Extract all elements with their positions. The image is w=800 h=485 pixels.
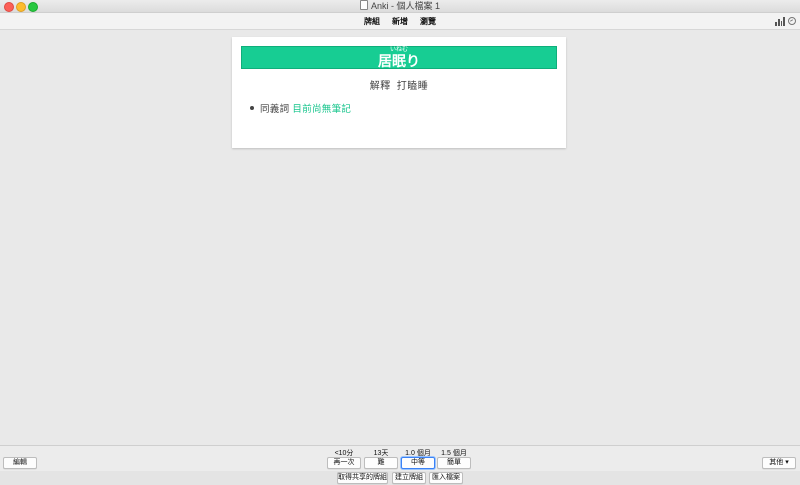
review-card: いねむ 居眠り 解釋 打瞌睡 同義詞 目前尚無筆記 — [232, 37, 566, 148]
review-bottom-bar: 編輯 <10分 再一次 13天 難 1.0 個月 中等 1.5 個月 簡單 其他… — [0, 445, 800, 472]
add-link[interactable]: 新增 — [392, 16, 408, 27]
top-toolbar: 牌組 新增 瀏覽 — [0, 13, 800, 30]
more-button[interactable]: 其他 ▾ — [762, 457, 796, 469]
bullet-icon — [250, 106, 254, 110]
synonym-link[interactable]: 目前尚無筆記 — [292, 104, 351, 115]
synonym-label: 同義詞 — [260, 104, 290, 115]
window-titlebar: Anki - 個人檔案 1 — [0, 0, 800, 13]
toolbar-nav: 牌組 新增 瀏覽 — [0, 13, 800, 29]
import-file-button[interactable]: 匯入檔案 — [429, 472, 463, 484]
again-button[interactable]: 再一次 — [327, 457, 361, 469]
edit-button[interactable]: 編輯 — [3, 457, 37, 469]
get-shared-decks-button[interactable]: 取得共享的牌組 — [337, 472, 388, 484]
meaning-label: 解釋 — [369, 81, 391, 92]
document-icon — [359, 0, 368, 10]
chevron-down-icon: ▾ — [785, 459, 789, 466]
toolbar-right-icons — [775, 15, 796, 27]
window-title: Anki - 個人檔案 1 — [0, 0, 800, 12]
synonym-list-item: 同義詞 目前尚無筆記 — [250, 101, 351, 115]
decks-link[interactable]: 牌組 — [364, 16, 380, 27]
browse-link[interactable]: 瀏覽 — [420, 16, 436, 27]
card-word: 居眠り — [378, 53, 420, 69]
meaning-value: 打瞌睡 — [396, 81, 429, 92]
good-button[interactable]: 中等 — [401, 457, 435, 469]
stats-icon[interactable] — [775, 16, 785, 26]
sync-icon[interactable] — [788, 17, 796, 25]
word-banner: いねむ 居眠り — [241, 46, 557, 69]
more-label: 其他 — [769, 459, 784, 466]
meaning-line: 解釋 打瞌睡 — [232, 77, 566, 92]
hard-button[interactable]: 難 — [364, 457, 398, 469]
easy-button[interactable]: 簡單 — [437, 457, 471, 469]
create-deck-button[interactable]: 建立牌組 — [392, 472, 426, 484]
window-title-text: Anki - 個人檔案 1 — [370, 1, 440, 11]
footer-bar: 取得共享的牌組 建立牌組 匯入檔案 — [0, 471, 800, 485]
